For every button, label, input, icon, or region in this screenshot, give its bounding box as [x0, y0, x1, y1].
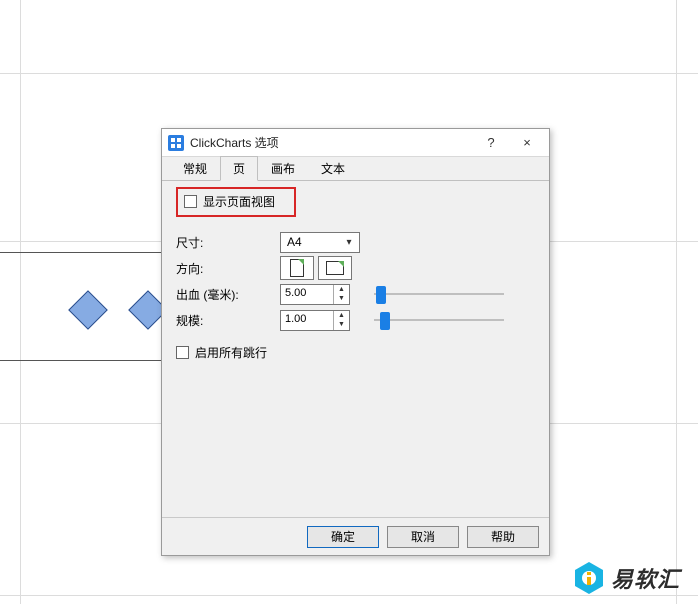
scale-label: 规模:: [176, 312, 280, 329]
scale-slider[interactable]: [374, 310, 504, 330]
chevron-down-icon: ▾: [341, 237, 357, 248]
enable-jumps-label: 启用所有跳行: [195, 344, 267, 361]
cancel-button[interactable]: 取消: [387, 526, 459, 548]
spin-down-icon[interactable]: ▼: [334, 294, 349, 304]
scale-spin[interactable]: 1.00 ▲ ▼: [280, 310, 350, 331]
close-button[interactable]: ×: [509, 131, 545, 155]
bleed-spin[interactable]: 5.00 ▲ ▼: [280, 284, 350, 305]
help-button[interactable]: ?: [473, 131, 509, 155]
size-label: 尺寸:: [176, 234, 280, 251]
tab-general[interactable]: 常规: [170, 156, 220, 181]
slider-thumb[interactable]: [376, 286, 386, 304]
show-page-view-row-highlight: 显示页面视图: [176, 187, 296, 217]
spin-down-icon[interactable]: ▼: [334, 320, 349, 330]
watermark-icon: [575, 562, 603, 594]
enable-jumps-checkbox[interactable]: [176, 346, 189, 359]
options-dialog: ClickCharts 选项 ? × 常规 页 画布 文本 显示页面视图 尺寸:…: [161, 128, 550, 556]
tab-text[interactable]: 文本: [308, 156, 358, 181]
dialog-title: ClickCharts 选项: [190, 134, 473, 151]
tab-canvas[interactable]: 画布: [258, 156, 308, 181]
size-combo[interactable]: A4 ▾: [280, 232, 360, 253]
bleed-slider[interactable]: [374, 284, 504, 304]
ok-button[interactable]: 确定: [307, 526, 379, 548]
slider-thumb[interactable]: [380, 312, 390, 330]
landscape-icon: [326, 261, 344, 275]
show-page-view-checkbox[interactable]: [184, 195, 197, 208]
help-footer-button[interactable]: 帮助: [467, 526, 539, 548]
bleed-value: 5.00: [281, 285, 333, 304]
diamond-shape[interactable]: [68, 290, 108, 330]
watermark-logo: 易软汇: [575, 562, 680, 594]
show-page-view-label: 显示页面视图: [203, 193, 275, 210]
app-icon: [168, 135, 184, 151]
tab-page[interactable]: 页: [220, 156, 258, 181]
tab-content: 显示页面视图 尺寸: A4 ▾ 方向: 出血 (毫米): 5.00 ▲: [162, 181, 549, 517]
spin-up-icon[interactable]: ▲: [334, 285, 349, 295]
portrait-icon: [290, 259, 304, 277]
bleed-label: 出血 (毫米):: [176, 286, 280, 303]
spin-up-icon[interactable]: ▲: [334, 311, 349, 321]
orientation-landscape-button[interactable]: [318, 256, 352, 280]
scale-value: 1.00: [281, 311, 333, 330]
dialog-titlebar: ClickCharts 选项 ? ×: [162, 129, 549, 157]
watermark-text: 易软汇: [611, 562, 680, 594]
orientation-portrait-button[interactable]: [280, 256, 314, 280]
tabs: 常规 页 画布 文本: [162, 157, 549, 181]
dialog-footer: 确定 取消 帮助: [162, 517, 549, 555]
size-value: A4: [287, 235, 302, 249]
orientation-label: 方向:: [176, 260, 280, 277]
